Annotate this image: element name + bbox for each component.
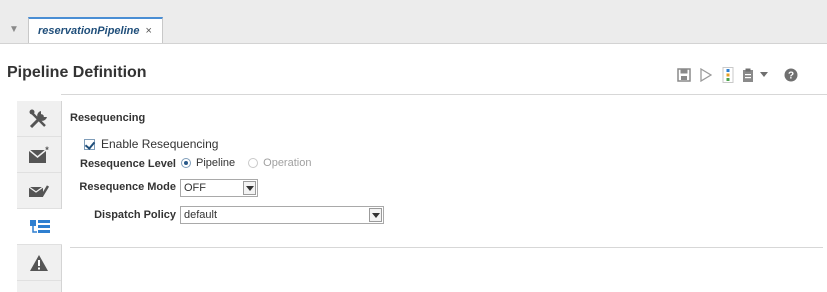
- tab-list-chevron-down-icon[interactable]: ▼: [9, 25, 19, 35]
- tab-close-icon[interactable]: ×: [146, 25, 152, 37]
- resequence-mode-select[interactable]: OFF: [180, 179, 258, 197]
- radio-operation-label: Operation: [263, 157, 312, 169]
- section-title: Resequencing: [70, 112, 146, 124]
- dispatch-policy-select[interactable]: default: [180, 206, 384, 224]
- content-divider-top: [61, 94, 827, 95]
- radio-operation: [248, 158, 259, 168]
- resequence-level-label: Resequence Level: [80, 158, 176, 170]
- content-divider-bottom: [70, 247, 823, 248]
- help-icon[interactable]: ?: [784, 67, 798, 83]
- enable-resequencing-label: Enable Resequencing: [101, 137, 219, 151]
- resequence-level-radio-group: Pipeline Operation: [181, 157, 311, 169]
- enable-resequencing-checkbox[interactable]: [84, 138, 95, 150]
- dropdown-icon[interactable]: [759, 67, 769, 83]
- tab-label: reservationPipeline: [38, 25, 140, 37]
- chevron-down-icon: [369, 208, 382, 222]
- resequence-mode-value: OFF: [184, 182, 206, 194]
- envelope-edit-icon[interactable]: [17, 173, 61, 209]
- envelope-new-icon[interactable]: *: [17, 137, 61, 173]
- dispatch-policy-value: default: [184, 209, 218, 221]
- tab-reservation-pipeline[interactable]: reservationPipeline ×: [28, 17, 163, 43]
- resequence-mode-label: Resequence Mode: [79, 181, 176, 193]
- save-icon[interactable]: [676, 67, 692, 83]
- resequencing-icon[interactable]: [17, 209, 62, 245]
- page-title: Pipeline Definition: [7, 64, 147, 81]
- pipeline-step-icon[interactable]: [721, 67, 735, 83]
- dispatch-policy-label: Dispatch Policy: [94, 209, 176, 221]
- vertical-nav: *: [17, 101, 62, 292]
- chevron-down-icon: [243, 181, 256, 195]
- radio-pipeline[interactable]: [181, 158, 191, 168]
- tools-icon[interactable]: [17, 101, 61, 137]
- svg-text:?: ?: [788, 71, 794, 82]
- clipboard-icon[interactable]: [741, 67, 755, 83]
- radio-pipeline-label: Pipeline: [196, 157, 236, 169]
- warning-icon[interactable]: [17, 245, 61, 281]
- editor-tab-strip: ▼ reservationPipeline ×: [0, 0, 827, 44]
- enable-resequencing-row: Enable Resequencing: [84, 137, 218, 151]
- svg-text:*: *: [45, 146, 49, 155]
- run-icon[interactable]: [699, 67, 713, 83]
